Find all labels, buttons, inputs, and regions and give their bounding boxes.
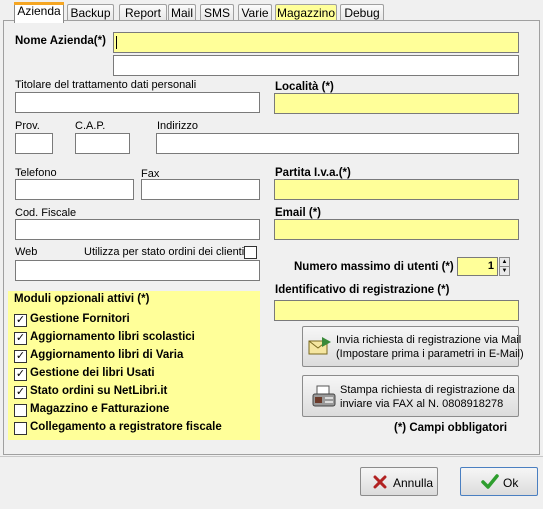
nome-azienda-field[interactable] <box>113 32 519 53</box>
print-fax-line2: inviare via FAX al N. 0808918278 <box>340 398 504 410</box>
stato-ordini-checkbox[interactable] <box>244 246 257 259</box>
tab-magazzino[interactable]: Magazzino <box>275 4 337 21</box>
print-fax-button[interactable]: Stampa richiesta di registrazione da inv… <box>302 375 519 417</box>
telefono-label: Telefono <box>15 167 57 179</box>
ok-label: Ok <box>503 476 519 490</box>
tab-backup[interactable]: Backup <box>67 4 114 21</box>
mail-icon <box>308 337 331 355</box>
checkbox-icon[interactable] <box>14 422 27 435</box>
tab-sms[interactable]: SMS <box>200 4 234 21</box>
checkbox-icon[interactable] <box>14 404 27 417</box>
identificativo-field[interactable] <box>274 300 519 321</box>
module-label: Stato ordini su NetLibri.it <box>30 385 168 397</box>
nome-azienda-label: Nome Azienda(*) <box>15 35 106 47</box>
ok-button[interactable]: Ok <box>460 467 538 496</box>
spin-down-icon[interactable]: ▼ <box>499 266 510 276</box>
print-fax-line1: Stampa richiesta di registrazione da <box>340 384 515 396</box>
indirizzo-label: Indirizzo <box>157 120 198 132</box>
localita-field[interactable] <box>274 93 519 114</box>
module-label: Collegamento a registratore fiscale <box>30 421 222 433</box>
num-utenti-label: Numero massimo di utenti (*) <box>294 261 454 273</box>
email-label: Email (*) <box>275 207 322 219</box>
required-note: (*) Campi obbligatori <box>394 422 508 434</box>
telefono-field[interactable] <box>15 179 134 200</box>
web-field[interactable] <box>15 260 260 281</box>
email-field[interactable] <box>274 219 519 240</box>
module-label: Aggiornamento libri scolastici <box>30 331 195 343</box>
footer-divider <box>0 456 543 457</box>
checkbox-icon[interactable]: ✓ <box>14 368 27 381</box>
checkbox-icon[interactable]: ✓ <box>14 386 27 399</box>
ok-check-icon <box>481 474 499 489</box>
fax-icon <box>312 385 336 407</box>
prov-field[interactable] <box>15 133 53 154</box>
titolare-label: Titolare del trattamento dati personali <box>15 79 197 91</box>
tab-azienda[interactable]: Azienda <box>14 2 64 23</box>
fax-field[interactable] <box>141 179 260 200</box>
partita-iva-label: Partita I.v.a.(*) <box>275 167 351 179</box>
cancel-label: Annulla <box>393 476 434 490</box>
send-mail-line2: (Impostare prima i parametri in E-Mail) <box>336 348 524 360</box>
cod-fiscale-field[interactable] <box>15 219 260 240</box>
checkbox-icon[interactable]: ✓ <box>14 350 27 363</box>
send-mail-line1: Invia richiesta di registrazione via Mai… <box>336 334 522 346</box>
cancel-button[interactable]: Annulla <box>360 467 438 496</box>
stato-ordini-label: Utilizza per stato ordini dei clienti <box>84 246 245 258</box>
tab-varie[interactable]: Varie <box>238 4 272 21</box>
cap-field[interactable] <box>75 133 130 154</box>
num-utenti-field[interactable]: 1 <box>457 257 498 276</box>
tab-debug[interactable]: Debug <box>340 4 384 21</box>
checkbox-icon[interactable]: ✓ <box>14 314 27 327</box>
identificativo-label: Identificativo di registrazione (*) <box>275 284 450 296</box>
titolare-field[interactable] <box>15 92 260 113</box>
indirizzo-field[interactable] <box>156 133 519 154</box>
modules-panel: Moduli opzionali attivi (*) ✓ Gestione Fo… <box>8 291 260 440</box>
localita-label: Località (*) <box>275 81 334 93</box>
module-label: Magazzino e Fatturazione <box>30 403 170 415</box>
module-label: Gestione dei libri Usati <box>30 367 155 379</box>
module-label: Gestione Fornitori <box>30 313 130 325</box>
cod-fiscale-label: Cod. Fiscale <box>15 207 77 219</box>
cancel-x-icon <box>373 475 387 489</box>
send-mail-button[interactable]: Invia richiesta di registrazione via Mai… <box>302 326 524 367</box>
partita-iva-field[interactable] <box>274 179 519 200</box>
modules-title: Moduli opzionali attivi (*) <box>14 293 150 305</box>
checkbox-icon[interactable]: ✓ <box>14 332 27 345</box>
tab-report[interactable]: Report <box>119 4 167 21</box>
web-label: Web <box>15 246 38 258</box>
cap-label: C.A.P. <box>75 120 106 132</box>
tab-mail[interactable]: Mail <box>168 4 196 21</box>
nome-azienda-2-field[interactable] <box>113 55 519 76</box>
module-label: Aggiornamento libri di Varia <box>30 349 184 361</box>
prov-label: Prov. <box>15 120 40 132</box>
